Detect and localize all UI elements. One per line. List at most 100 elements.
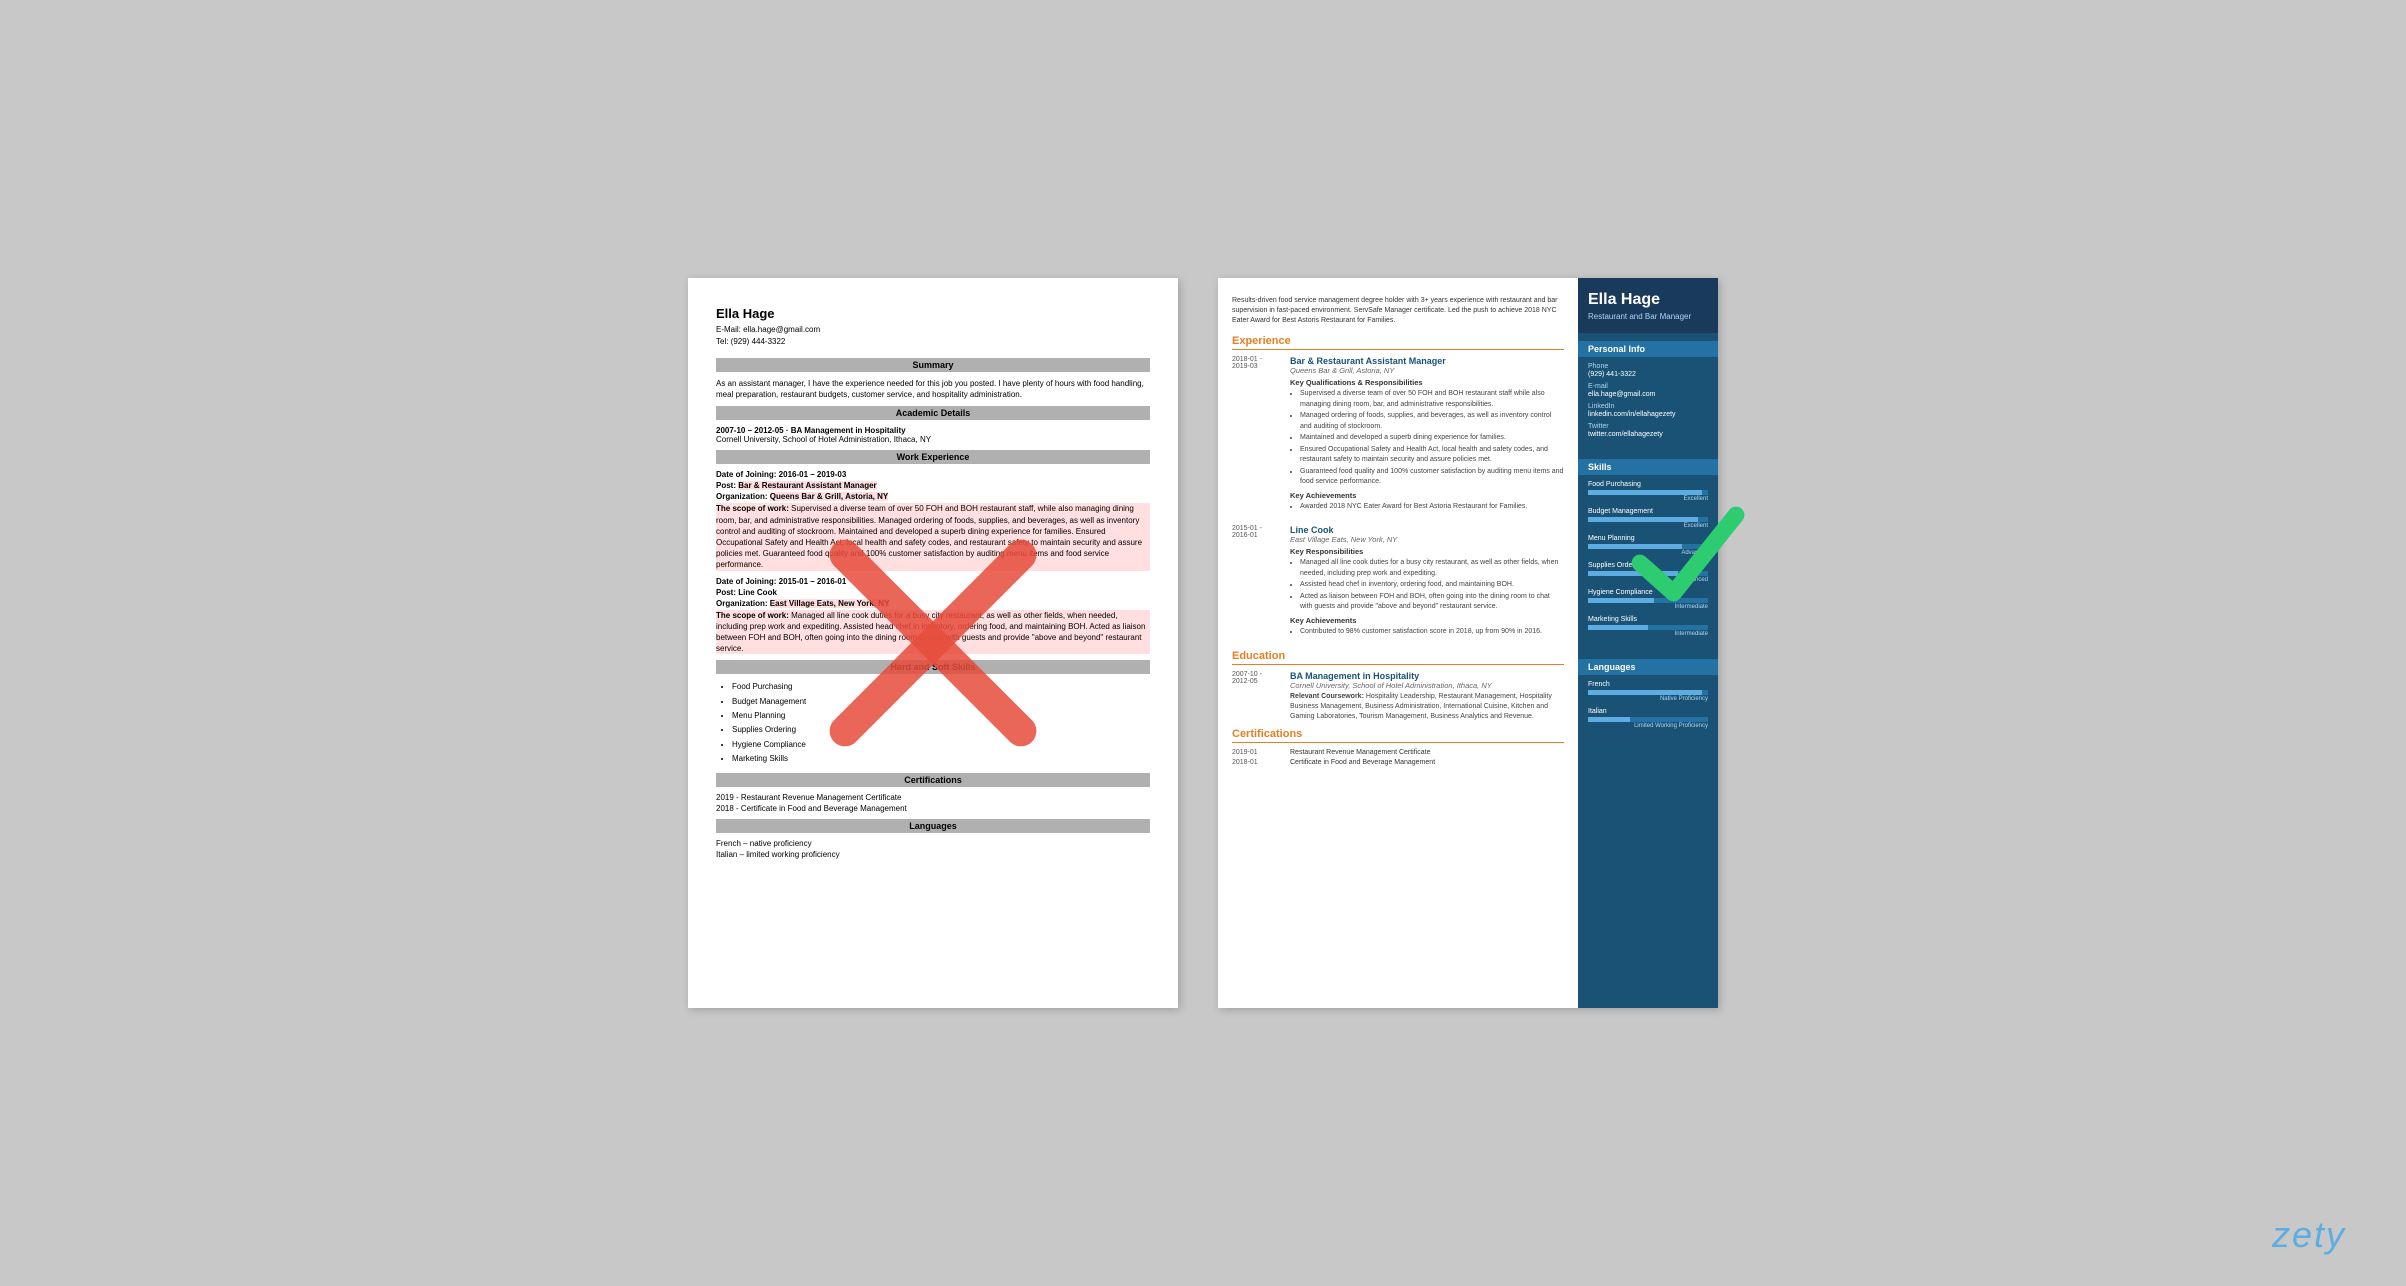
sidebar-email-value: ella.hage@gmail.com <box>1588 391 1708 398</box>
lang-french: French Native Proficiency <box>1588 681 1708 702</box>
list-item: Hygiene Compliance <box>732 738 1150 752</box>
skill-level: Intermediate <box>1588 604 1708 610</box>
right-job1-qual-title: Key Qualifications & Responsibilities <box>1290 378 1564 387</box>
list-item: Food Purchasing <box>732 680 1150 694</box>
left-job2-date-line: Date of Joining: 2015-01 – 2016-01 <box>716 577 1150 586</box>
skill-level: Intermediate <box>1588 631 1708 637</box>
list-item: Awarded 2018 NYC Eater Award for Best As… <box>1300 502 1564 513</box>
skill-bar-bg <box>1588 517 1708 522</box>
right-job2-resp-title: Key Responsibilities <box>1290 547 1564 556</box>
sidebar-languages-section: Languages French Native Proficiency Ital… <box>1578 651 1718 743</box>
right-edu-degree: BA Management in Hospitality <box>1290 671 1564 681</box>
left-job2-org: East Village Eats, New York, NY <box>770 599 890 608</box>
right-edu-coursework: Relevant Coursework: Hospitality Leaders… <box>1290 692 1564 721</box>
right-cert-2-date: 2018-01 <box>1232 759 1282 766</box>
left-job1-org-label: Organization: <box>716 492 770 501</box>
list-item: Budget Management <box>732 695 1150 709</box>
right-edu-school: Cornell University, School of Hotel Admi… <box>1290 681 1564 690</box>
skill-name: Budget Management <box>1588 508 1708 515</box>
sidebar-skills-title: Skills <box>1578 459 1718 475</box>
left-contact: E-Mail: ella.hage@gmail.com Tel: (929) 4… <box>716 324 1150 348</box>
left-email: E-Mail: ella.hage@gmail.com <box>716 324 1150 336</box>
left-lang-1: French – native proficiency <box>716 839 1150 848</box>
sidebar-twitter-label: Twitter <box>1588 423 1708 430</box>
right-job2-date: 2015-01 - 2016-01 <box>1232 525 1282 640</box>
skill-bar-bg <box>1588 625 1708 630</box>
skill-name: Hygiene Compliance <box>1588 589 1708 596</box>
left-job2-scope: The scope of work: Managed all line cook… <box>716 610 1150 655</box>
right-job2-company: East Village Eats, New York, NY <box>1290 535 1564 544</box>
left-job1-org: Queens Bar & Grill, Astoria, NY <box>770 492 888 501</box>
skill-bar-fill <box>1588 544 1682 549</box>
left-job1-date-line: Date of Joining: 2016-01 – 2019-03 <box>716 470 1150 479</box>
left-job1-post: Bar & Restaurant Assistant Manager <box>738 481 876 490</box>
skill-level: Excellent <box>1588 523 1708 529</box>
sidebar-skills-section: Skills Food Purchasing Excellent Budget … <box>1578 451 1718 651</box>
right-job1: 2018-01 - 2019-03 Bar & Restaurant Assis… <box>1232 356 1564 515</box>
lang-name: Italian <box>1588 708 1708 715</box>
left-skills-header: Hard and Soft Skills <box>716 660 1150 674</box>
left-tel: Tel: (929) 444-3322 <box>716 336 1150 348</box>
left-job1-post-label: Post: <box>716 481 738 490</box>
right-job2-header: 2015-01 - 2016-01 Line Cook East Village… <box>1232 525 1564 640</box>
skill-name: Food Purchasing <box>1588 481 1708 488</box>
right-job2-achieve-title: Key Achievements <box>1290 616 1564 625</box>
list-item: Supplies Ordering <box>732 723 1150 737</box>
right-experience-title: Experience <box>1232 335 1564 350</box>
lang-bar-bg <box>1588 690 1708 695</box>
left-job1-post-line: Post: Bar & Restaurant Assistant Manager <box>716 481 1150 490</box>
left-name: Ella Hage <box>716 306 1150 321</box>
skill-bar-bg <box>1588 571 1708 576</box>
right-job1-achievements: Awarded 2018 NYC Eater Award for Best As… <box>1290 502 1564 513</box>
sidebar-name: Ella Hage <box>1588 290 1708 309</box>
lang-bar-fill <box>1588 690 1702 695</box>
left-job2-post-line: Post: Line Cook <box>716 588 1150 597</box>
skill-budget-management: Budget Management Excellent <box>1588 508 1708 529</box>
list-item: Managed ordering of foods, supplies, and… <box>1300 411 1564 432</box>
lang-name: French <box>1588 681 1708 688</box>
list-item: Assisted head chef in inventory, orderin… <box>1300 580 1564 591</box>
lang-bar-bg <box>1588 717 1708 722</box>
right-job1-title: Bar & Restaurant Assistant Manager <box>1290 356 1564 366</box>
right-edu-date: 2007-10 - 2012-05 <box>1232 671 1282 721</box>
left-edu-entry: 2007-10 – 2012-05 · BA Management in Hos… <box>716 426 1150 444</box>
lang-level: Native Proficiency <box>1588 696 1708 702</box>
left-job2-post-label: Post: <box>716 588 738 597</box>
lang-level: Limited Working Proficiency <box>1588 723 1708 729</box>
left-edu-school: Cornell University, School of Hotel Admi… <box>716 435 1150 444</box>
sidebar-linkedin-label: LinkedIn <box>1588 403 1708 410</box>
skill-bar-fill <box>1588 517 1698 522</box>
left-summary-header: Summary <box>716 358 1150 372</box>
right-job1-right: Bar & Restaurant Assistant Manager Queen… <box>1290 356 1564 515</box>
right-cert-2: 2018-01 Certificate in Food and Beverage… <box>1232 759 1564 766</box>
left-cert-2: 2018 - Certificate in Food and Beverage … <box>716 804 1150 813</box>
left-job1-date-label: Date of Joining: <box>716 470 779 479</box>
right-resume: Results-driven food service management d… <box>1218 278 1718 1008</box>
list-item: Marketing Skills <box>732 752 1150 766</box>
list-item: Supervised a diverse team of over 50 FOH… <box>1300 389 1564 410</box>
right-job1-bullets: Supervised a diverse team of over 50 FOH… <box>1290 389 1564 488</box>
skill-bar-fill <box>1588 598 1654 603</box>
left-job2-org-label: Organization: <box>716 599 770 608</box>
right-job1-date: 2018-01 - 2019-03 <box>1232 356 1282 515</box>
right-sidebar: Ella Hage Restaurant and Bar Manager Per… <box>1578 278 1718 1008</box>
page-container: Ella Hage E-Mail: ella.hage@gmail.com Te… <box>0 0 2406 1286</box>
skill-level: Excellent <box>1588 496 1708 502</box>
skill-bar-fill <box>1588 571 1678 576</box>
lang-italian: Italian Limited Working Proficiency <box>1588 708 1708 729</box>
sidebar-title: Restaurant and Bar Manager <box>1588 312 1708 321</box>
right-cert-title: Certifications <box>1232 728 1564 743</box>
list-item: Menu Planning <box>732 709 1150 723</box>
left-job2-date-label: Date of Joining: <box>716 577 779 586</box>
right-summary: Results-driven food service management d… <box>1232 296 1564 325</box>
right-job2-bullets: Managed all line cook duties for a busy … <box>1290 558 1564 613</box>
left-lang-2: Italian – limited working proficiency <box>716 850 1150 859</box>
sidebar-twitter-value: twitter.com/ellahagezety <box>1588 431 1708 438</box>
right-edu-1: 2007-10 - 2012-05 BA Management in Hospi… <box>1232 671 1564 721</box>
right-cert-1: 2019-01 Restaurant Revenue Management Ce… <box>1232 749 1564 756</box>
left-job2-date: 2015-01 – 2016-01 <box>779 577 847 586</box>
right-job1-achieve-title: Key Achievements <box>1290 491 1564 500</box>
skill-name: Marketing Skills <box>1588 616 1708 623</box>
left-academic-header: Academic Details <box>716 406 1150 420</box>
sidebar-personal-title: Personal Info <box>1578 341 1718 357</box>
